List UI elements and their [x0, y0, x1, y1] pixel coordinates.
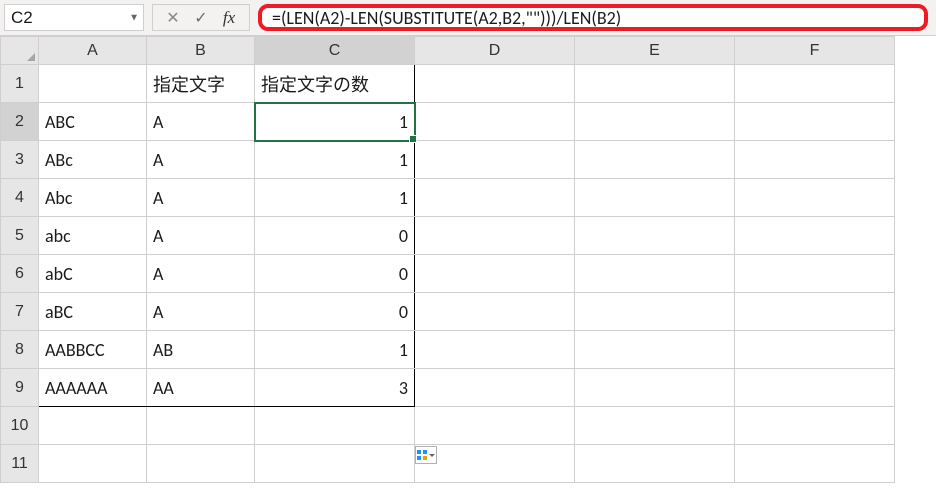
cell-E8[interactable] — [575, 331, 735, 369]
select-all-corner[interactable] — [1, 37, 39, 65]
cell-F7[interactable] — [735, 293, 895, 331]
cell-E1[interactable] — [575, 65, 735, 103]
cancel-formula-icon[interactable]: ✕ — [159, 5, 187, 31]
cell-A4[interactable]: Abc — [39, 179, 147, 217]
formula-input[interactable]: =(LEN(A2)-LEN(SUBSTITUTE(A2,B2,"")))/LEN… — [272, 7, 914, 29]
fx-icon[interactable]: fx — [215, 5, 243, 31]
chevron-down-icon — [429, 454, 435, 457]
cell-C9[interactable]: 3 — [255, 369, 415, 407]
formula-input-highlight: =(LEN(A2)-LEN(SUBSTITUTE(A2,B2,"")))/LEN… — [258, 4, 928, 31]
cell-F1[interactable] — [735, 65, 895, 103]
cell-A1[interactable] — [39, 65, 147, 103]
cell-D11[interactable] — [415, 445, 575, 483]
row-header-6[interactable]: 6 — [1, 255, 39, 293]
formula-buttons: ✕ ✓ fx — [152, 4, 250, 31]
cell-E3[interactable] — [575, 141, 735, 179]
cell-A11[interactable] — [39, 445, 147, 483]
col-header-A[interactable]: A — [39, 37, 147, 65]
autofill-options-icon[interactable] — [415, 446, 437, 464]
name-box-value: C2 — [11, 8, 33, 28]
cell-C2[interactable]: 1 — [255, 103, 415, 141]
cell-E5[interactable] — [575, 217, 735, 255]
col-header-F[interactable]: F — [735, 37, 895, 65]
enter-formula-icon[interactable]: ✓ — [187, 5, 215, 31]
cell-C6[interactable]: 0 — [255, 255, 415, 293]
cell-D6[interactable] — [415, 255, 575, 293]
cell-D1[interactable] — [415, 65, 575, 103]
cell-C7[interactable]: 0 — [255, 293, 415, 331]
cell-C5[interactable]: 0 — [255, 217, 415, 255]
cell-D9[interactable] — [415, 369, 575, 407]
row-header-8[interactable]: 8 — [1, 331, 39, 369]
cell-B5[interactable]: A — [147, 217, 255, 255]
cell-B9[interactable]: AA — [147, 369, 255, 407]
cell-E11[interactable] — [575, 445, 735, 483]
col-header-E[interactable]: E — [575, 37, 735, 65]
cell-D10[interactable] — [415, 407, 575, 445]
row-header-9[interactable]: 9 — [1, 369, 39, 407]
cell-E6[interactable] — [575, 255, 735, 293]
row-header-7[interactable]: 7 — [1, 293, 39, 331]
col-header-D[interactable]: D — [415, 37, 575, 65]
cell-B3[interactable]: A — [147, 141, 255, 179]
cell-A5[interactable]: abc — [39, 217, 147, 255]
cell-D7[interactable] — [415, 293, 575, 331]
cell-A2[interactable]: ABC — [39, 103, 147, 141]
cell-B11[interactable] — [147, 445, 255, 483]
cell-E4[interactable] — [575, 179, 735, 217]
cell-D8[interactable] — [415, 331, 575, 369]
cell-B1[interactable]: 指定文字 — [147, 65, 255, 103]
cell-F6[interactable] — [735, 255, 895, 293]
sheet-area: A B C D E F 1 指定文字 指定文字の数 2 ABC A — [0, 36, 936, 502]
cell-D5[interactable] — [415, 217, 575, 255]
col-header-B[interactable]: B — [147, 37, 255, 65]
row-header-10[interactable]: 10 — [1, 407, 39, 445]
cell-F5[interactable] — [735, 217, 895, 255]
row-header-11[interactable]: 11 — [1, 445, 39, 483]
cell-C11[interactable] — [255, 445, 415, 483]
cell-F4[interactable] — [735, 179, 895, 217]
col-header-C[interactable]: C — [255, 37, 415, 65]
cell-A6[interactable]: abC — [39, 255, 147, 293]
cell-A9[interactable]: AAAAAA — [39, 369, 147, 407]
autofill-grid-icon — [417, 450, 427, 460]
row-header-3[interactable]: 3 — [1, 141, 39, 179]
cell-C3[interactable]: 1 — [255, 141, 415, 179]
name-box-dropdown-icon[interactable]: ▼ — [129, 12, 139, 23]
row-header-1[interactable]: 1 — [1, 65, 39, 103]
cell-C8[interactable]: 1 — [255, 331, 415, 369]
cell-F10[interactable] — [735, 407, 895, 445]
cell-C10[interactable] — [255, 407, 415, 445]
cell-D2[interactable] — [415, 103, 575, 141]
cell-B7[interactable]: A — [147, 293, 255, 331]
cell-F3[interactable] — [735, 141, 895, 179]
cell-B8[interactable]: AB — [147, 331, 255, 369]
cell-A10[interactable] — [39, 407, 147, 445]
cell-F8[interactable] — [735, 331, 895, 369]
row-header-2[interactable]: 2 — [1, 103, 39, 141]
cell-D4[interactable] — [415, 179, 575, 217]
cell-B2[interactable]: A — [147, 103, 255, 141]
formula-bar: C2 ▼ ✕ ✓ fx =(LEN(A2)-LEN(SUBSTITUTE(A2,… — [0, 0, 936, 36]
cell-C1[interactable]: 指定文字の数 — [255, 65, 415, 103]
cell-A3[interactable]: ABc — [39, 141, 147, 179]
cell-F11[interactable] — [735, 445, 895, 483]
cell-F9[interactable] — [735, 369, 895, 407]
cell-B6[interactable]: A — [147, 255, 255, 293]
row-header-4[interactable]: 4 — [1, 179, 39, 217]
cell-C4[interactable]: 1 — [255, 179, 415, 217]
cell-A8[interactable]: AABBCC — [39, 331, 147, 369]
cell-E10[interactable] — [575, 407, 735, 445]
spreadsheet-grid[interactable]: A B C D E F 1 指定文字 指定文字の数 2 ABC A — [0, 36, 895, 483]
cell-F2[interactable] — [735, 103, 895, 141]
row-header-5[interactable]: 5 — [1, 217, 39, 255]
cell-A7[interactable]: aBC — [39, 293, 147, 331]
cell-E7[interactable] — [575, 293, 735, 331]
cell-D3[interactable] — [415, 141, 575, 179]
name-box[interactable]: C2 ▼ — [4, 4, 144, 31]
cell-E2[interactable] — [575, 103, 735, 141]
cell-B10[interactable] — [147, 407, 255, 445]
cell-B4[interactable]: A — [147, 179, 255, 217]
cell-E9[interactable] — [575, 369, 735, 407]
